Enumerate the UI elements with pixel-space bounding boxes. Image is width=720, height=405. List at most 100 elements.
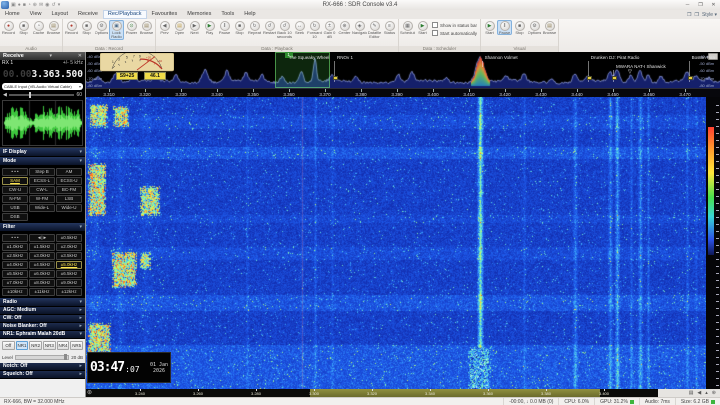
filter-item[interactable]: ◄|► bbox=[29, 234, 55, 242]
style-dropdown[interactable]: Style ▾ bbox=[702, 12, 717, 18]
browse-button[interactable]: ▤Browse bbox=[46, 20, 61, 35]
tab-view[interactable]: View bbox=[25, 10, 47, 19]
section-header-agc[interactable]: AGC: Medium▸ bbox=[0, 307, 85, 315]
next-button[interactable]: ▶Next bbox=[187, 20, 202, 35]
filter-5-0khz[interactable]: ±5.0kHz bbox=[56, 261, 82, 269]
mode-ecss-u[interactable]: ECSS-U bbox=[56, 177, 82, 185]
filter-6-5khz[interactable]: ±6.5kHz bbox=[56, 270, 82, 278]
close-button[interactable]: ✕ bbox=[707, 1, 720, 10]
frequency-scale[interactable]: 3.3103.3203.3303.3403.3503.3603.3703.380… bbox=[86, 88, 720, 97]
back-10-seconds-button[interactable]: ↺Back 10 seconds bbox=[277, 20, 292, 40]
filter-1-0khz[interactable]: ±1.0kHz bbox=[2, 243, 28, 251]
speaker-icon[interactable]: ◀ bbox=[697, 389, 701, 397]
filter-3-0khz[interactable]: ±3.0kHz bbox=[29, 252, 55, 260]
seek-button[interactable]: ↔Seek bbox=[292, 20, 307, 35]
nr-nr5-button[interactable]: NR5 bbox=[70, 341, 83, 350]
record-button[interactable]: ●Record bbox=[64, 20, 79, 35]
record-button[interactable]: ●Record bbox=[1, 20, 16, 35]
frequency-display[interactable]: 00.003.363.500 bbox=[0, 67, 85, 82]
repeat-button[interactable]: ↻Repeat bbox=[247, 20, 262, 35]
marker-flag-icon[interactable] bbox=[688, 76, 693, 80]
options-button[interactable]: ⚙Options bbox=[527, 20, 542, 35]
audio-device-select[interactable]: CABLE Input (VB-Audio Virtual Cable) ▾ bbox=[2, 83, 83, 90]
mode-am[interactable]: AM bbox=[56, 168, 82, 176]
scroll-up-icon[interactable]: ▴ bbox=[705, 389, 708, 397]
filter-3-5khz[interactable]: ±3.5kHz bbox=[56, 252, 82, 260]
status-button[interactable]: ≡Status bbox=[382, 20, 397, 35]
visible-span-highlight[interactable] bbox=[310, 389, 600, 397]
nr-level-slider-thumb[interactable] bbox=[64, 354, 67, 360]
mode-n-fm[interactable]: N-FM bbox=[2, 195, 28, 203]
tab-tools[interactable]: Tools bbox=[216, 10, 239, 19]
band-navigation-bar[interactable]: ⊛ 3.2403.2603.2803.3003.3203.3403.3603.3… bbox=[86, 389, 720, 397]
section-header-cw[interactable]: CW: Off▸ bbox=[0, 315, 85, 323]
marker-flag-icon[interactable] bbox=[612, 76, 617, 80]
filter-9-0khz[interactable]: ±9.0kHz bbox=[56, 279, 82, 287]
nr-level-slider[interactable] bbox=[15, 355, 69, 360]
nr-nr4-button[interactable]: NR4 bbox=[57, 341, 70, 350]
minimize-button[interactable]: ─ bbox=[681, 1, 694, 10]
station-marker-mwara-nat-i-shanwick[interactable]: MWARA NAT-I Shanwick bbox=[616, 64, 666, 69]
station-marker-shannon-volmet[interactable]: Shannon Volmet bbox=[485, 55, 518, 60]
checkbox-show-in-status-bar[interactable]: Show in status bar bbox=[432, 22, 477, 28]
browse-button[interactable]: ▤Browse bbox=[139, 20, 154, 35]
section-header-if-display[interactable]: IF Display▾ bbox=[0, 148, 85, 157]
mode-cw-l[interactable]: CW-L bbox=[29, 186, 55, 194]
pane-close-icon[interactable]: ✕ bbox=[75, 52, 82, 60]
tab-memories[interactable]: Memories bbox=[182, 10, 216, 19]
power-button[interactable]: ⊙Power bbox=[124, 20, 139, 35]
filter-2-5khz[interactable]: ±2.5kHz bbox=[2, 252, 28, 260]
pause-button[interactable]: ‖Pause bbox=[217, 20, 232, 35]
nr-off-button[interactable]: Off bbox=[2, 341, 15, 350]
filter-7-0khz[interactable]: ±7.0kHz bbox=[2, 279, 28, 287]
mode-lsb[interactable]: LSB bbox=[56, 195, 82, 203]
maximize-button[interactable]: ❐ bbox=[694, 1, 707, 10]
nr-nr3-button[interactable]: NR3 bbox=[43, 341, 56, 350]
station-marker-boston-pira[interactable]: Boston Pira bbox=[692, 55, 715, 60]
snapshot-icon[interactable]: ▤ bbox=[689, 389, 694, 397]
browse-button[interactable]: ▤Browse bbox=[542, 20, 557, 35]
volume-slider-thumb[interactable] bbox=[29, 92, 31, 98]
quick-access-toolbar[interactable]: ▣●■◔⊕✉◉↺▾ bbox=[11, 2, 62, 8]
station-marker-rnov-1[interactable]: RNOv 1 bbox=[337, 55, 353, 60]
filter-12khz[interactable]: ±12kHz bbox=[56, 288, 82, 296]
window-layout2-icon[interactable]: ❐ bbox=[694, 12, 698, 18]
tab-rec-playback[interactable]: Rec/Playback bbox=[103, 10, 147, 19]
play-button[interactable]: ▶Play bbox=[202, 20, 217, 35]
cache-button[interactable]: ◔Cache bbox=[31, 20, 46, 35]
restart-button[interactable]: ↺Restart bbox=[262, 20, 277, 35]
nr-nr2-button[interactable]: NR2 bbox=[29, 341, 42, 350]
prev-button[interactable]: ◀Prev bbox=[157, 20, 172, 35]
tab-favourites[interactable]: Favourites bbox=[147, 10, 183, 19]
section-header-mode[interactable]: Mode▾ bbox=[0, 157, 85, 166]
filter-4-5khz[interactable]: ±4.5kHz bbox=[29, 261, 55, 269]
stop-button[interactable]: ■Stop bbox=[16, 20, 31, 35]
mode-bc-fm[interactable]: BC-FM bbox=[56, 186, 82, 194]
filter-4-0khz[interactable]: ±4.0kHz bbox=[2, 261, 28, 269]
station-marker-the-squeaky-wheel[interactable]: The Squeaky Wheel bbox=[289, 55, 330, 60]
mode-cw-u[interactable]: CW-U bbox=[2, 186, 28, 194]
mode-w-fm[interactable]: W-FM bbox=[29, 195, 55, 203]
tuning-step-label[interactable]: +/- 5 kHz bbox=[63, 60, 83, 67]
section-header-filter[interactable]: Filter▾ bbox=[0, 223, 85, 232]
section-header-nr[interactable]: NR1: Ephraim Malah 20dB▾ bbox=[0, 331, 85, 339]
mode-dsb[interactable]: DSB bbox=[2, 213, 28, 221]
mode-step-b[interactable]: Step B bbox=[29, 168, 55, 176]
options-button[interactable]: ⚙Options bbox=[94, 20, 109, 35]
start-button[interactable]: ▶Start bbox=[482, 20, 497, 35]
filter-5-5khz[interactable]: ±5.5kHz bbox=[2, 270, 28, 278]
tab-help[interactable]: Help bbox=[239, 10, 260, 19]
tab-home[interactable]: Home bbox=[0, 10, 25, 19]
tab-receive[interactable]: Receive bbox=[73, 10, 103, 19]
filter-8-0khz[interactable]: ±8.0kHz bbox=[29, 279, 55, 287]
filter-11khz[interactable]: ±11kHz bbox=[29, 288, 55, 296]
waterfall-display[interactable] bbox=[86, 97, 720, 389]
mode-ecss-l[interactable]: ECSS-L bbox=[29, 177, 55, 185]
window-layout-icon[interactable]: ❐ bbox=[687, 12, 691, 18]
start-button[interactable]: ▶Start bbox=[415, 20, 430, 35]
mode-usb[interactable]: USB bbox=[2, 204, 28, 212]
filter-1-5khz[interactable]: ±1.5kHz bbox=[29, 243, 55, 251]
section-header-noise-blanker[interactable]: Noise Blanker: Off▸ bbox=[0, 323, 85, 331]
navigator-button[interactable]: ◈Navigator bbox=[352, 20, 367, 35]
pane-collapse-icon[interactable]: ▾ bbox=[47, 52, 53, 60]
